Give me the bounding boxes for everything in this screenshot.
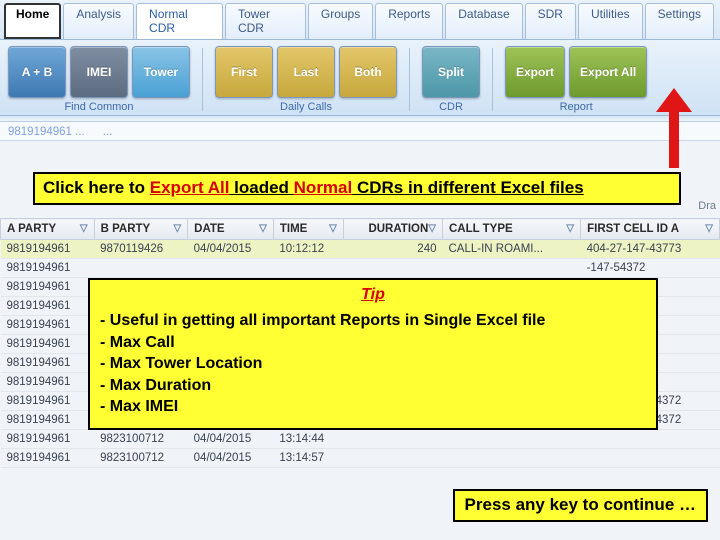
column-header[interactable]: CALL TYPE ▽ (442, 219, 580, 240)
menu-tab-bar: Home AnalysisNormal CDRTower CDRGroupsRe… (0, 0, 720, 40)
cell-a: 9819194961 (1, 354, 95, 373)
export-button[interactable]: Export (505, 46, 565, 98)
column-header[interactable]: B PARTY ▽ (94, 219, 188, 240)
a-plus-b-button[interactable]: A + B (8, 46, 66, 98)
ribbon-group-daily-calls: FirstLastBoth Daily Calls (211, 46, 401, 113)
cell-a: 9819194961 (1, 259, 95, 278)
tip-heading: Tip (100, 286, 646, 304)
cell-cell (581, 430, 720, 449)
cell-dur (343, 259, 442, 278)
column-header[interactable]: TIME ▽ (273, 219, 343, 240)
file-tabs: 9819194961 ...... (0, 122, 720, 141)
cell-ct (442, 430, 580, 449)
cell-ct (442, 449, 580, 468)
tab-utilities[interactable]: Utilities (578, 3, 643, 39)
cell-d: 04/04/2015 (188, 449, 274, 468)
tab-sdr[interactable]: SDR (525, 3, 576, 39)
cell-a: 9819194961 (1, 335, 95, 354)
filter-icon[interactable]: ▽ (259, 223, 267, 234)
tab-database[interactable]: Database (445, 3, 522, 39)
cell-a: 9819194961 (1, 449, 95, 468)
tab-home[interactable]: Home (4, 3, 61, 39)
tower-button[interactable]: Tower (132, 46, 190, 98)
cell-a: 9819194961 (1, 411, 95, 430)
cell-t: 10:12:12 (273, 240, 343, 259)
tab-analysis[interactable]: Analysis (63, 3, 134, 39)
first-button[interactable]: First (215, 46, 273, 98)
ribbon-group-cdr: Split CDR (418, 46, 484, 113)
ribbon-group-label: CDR (439, 101, 463, 113)
cell-a: 9819194961 (1, 430, 95, 449)
ribbon-separator (409, 48, 410, 111)
table-row[interactable]: 9819194961 -147-54372 (1, 259, 720, 278)
filter-icon[interactable]: ▽ (80, 223, 88, 234)
cell-a: 9819194961 (1, 392, 95, 411)
tab-tower-cdr[interactable]: Tower CDR (225, 3, 306, 39)
column-header[interactable]: FIRST CELL ID A ▽ (581, 219, 720, 240)
export-all-button[interactable]: Export All (569, 46, 647, 98)
tab-groups[interactable]: Groups (308, 3, 373, 39)
cell-b: 9823100712 (94, 430, 188, 449)
filter-icon[interactable]: ▽ (329, 223, 337, 234)
cell-dur (343, 449, 442, 468)
cell-cell: -147-54372 (581, 259, 720, 278)
both-button[interactable]: Both (339, 46, 397, 98)
ribbon-separator (492, 48, 493, 111)
tab-settings[interactable]: Settings (645, 3, 714, 39)
cell-a: 9819194961 (1, 297, 95, 316)
cell-dur: 240 (343, 240, 442, 259)
ribbon-group-label: Report (560, 101, 593, 113)
tab-reports[interactable]: Reports (375, 3, 443, 39)
cell-t: 13:14:57 (273, 449, 343, 468)
filter-icon[interactable]: ▽ (566, 223, 574, 234)
ribbon-group-find-common: A + BIMEITower Find Common (4, 46, 194, 113)
cell-a: 9819194961 (1, 316, 95, 335)
imei-button[interactable]: IMEI (70, 46, 128, 98)
press-any-key[interactable]: Press any key to continue … (453, 489, 708, 522)
ribbon-group-label: Find Common (64, 101, 133, 113)
last-button[interactable]: Last (277, 46, 335, 98)
cell-b: 9823100712 (94, 449, 188, 468)
table-row[interactable]: 9819194961987011942604/04/201510:12:1224… (1, 240, 720, 259)
cell-a: 9819194961 (1, 278, 95, 297)
tip-box: Tip - Useful in getting all important Re… (88, 278, 658, 430)
cell-ct: CALL-IN ROAMI... (442, 240, 580, 259)
ribbon-group-report: ExportExport All Report (501, 46, 651, 113)
cell-ct (442, 259, 580, 278)
cell-t (273, 259, 343, 278)
cell-t: 13:14:44 (273, 430, 343, 449)
annotation-arrow (663, 88, 685, 168)
cell-d: 04/04/2015 (188, 240, 274, 259)
filter-icon[interactable]: ▽ (173, 223, 181, 234)
cell-a: 9819194961 (1, 373, 95, 392)
split-button[interactable]: Split (422, 46, 480, 98)
column-header[interactable]: A PARTY ▽ (1, 219, 95, 240)
column-header[interactable]: DATE ▽ (188, 219, 274, 240)
cell-b (94, 259, 188, 278)
table-row[interactable]: 9819194961982310071204/04/201513:14:57 (1, 449, 720, 468)
tip-body: - Useful in getting all important Report… (100, 310, 646, 418)
cell-dur (343, 430, 442, 449)
cell-cell: 404-27-147-43773 (581, 240, 720, 259)
column-header[interactable]: DURATION ▽ (343, 219, 442, 240)
filter-icon[interactable]: ▽ (428, 223, 436, 234)
drag-hint: Dra (698, 200, 716, 212)
cell-d (188, 259, 274, 278)
cell-a: 9819194961 (1, 240, 95, 259)
ribbon-separator (202, 48, 203, 111)
filter-icon[interactable]: ▽ (705, 223, 713, 234)
cell-d: 04/04/2015 (188, 430, 274, 449)
tab-normal-cdr[interactable]: Normal CDR (136, 3, 223, 39)
callout-export-all: Click here to Export All loaded Normal C… (33, 172, 681, 205)
table-row[interactable]: 9819194961982310071204/04/201513:14:44 (1, 430, 720, 449)
ribbon-group-label: Daily Calls (280, 101, 332, 113)
ribbon: A + BIMEITower Find Common FirstLastBoth Da… (0, 40, 720, 116)
cell-cell (581, 449, 720, 468)
cell-b: 9870119426 (94, 240, 188, 259)
